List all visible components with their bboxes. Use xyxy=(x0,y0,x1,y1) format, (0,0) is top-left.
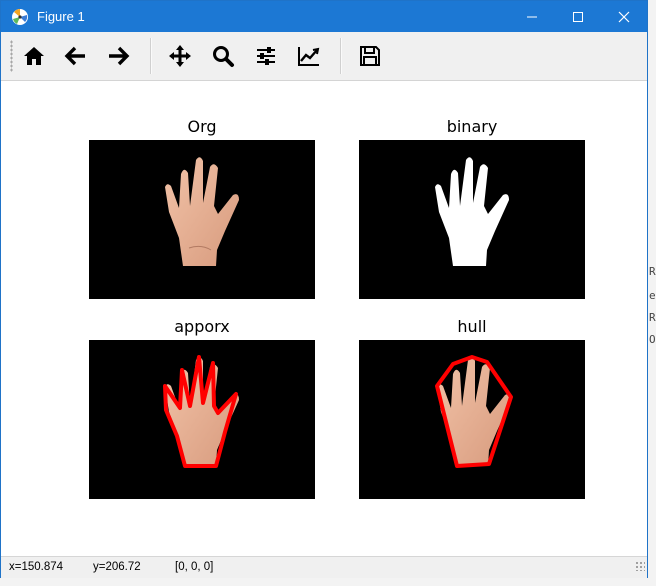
arrow-right-icon xyxy=(109,46,130,66)
subplot-hull-image[interactable] xyxy=(359,340,585,499)
maximize-icon xyxy=(573,12,583,22)
back-button[interactable] xyxy=(60,40,92,72)
cursor-y-readout: y=206.72 xyxy=(93,561,141,573)
floppy-disk-icon xyxy=(360,46,380,66)
resize-grip[interactable] xyxy=(635,561,645,571)
toolbar-grip[interactable] xyxy=(10,40,13,72)
matplotlib-logo-icon xyxy=(11,8,29,26)
status-bar: x=150.874 y=206.72 [0, 0, 0] xyxy=(1,556,647,578)
subplot-title-apporx: apporx xyxy=(174,317,230,336)
close-icon xyxy=(618,11,630,23)
save-button[interactable] xyxy=(354,40,386,72)
toolbar-separator xyxy=(150,38,152,74)
configure-subplots-button[interactable] xyxy=(250,40,282,72)
arrow-left-icon xyxy=(64,46,85,66)
window-title: Figure 1 xyxy=(37,9,85,24)
navigation-toolbar xyxy=(1,32,647,81)
cursor-x-readout: x=150.874 xyxy=(9,561,64,573)
hand-photo xyxy=(165,157,239,266)
subplot-org-image[interactable] xyxy=(89,140,315,299)
figure-window: Figure 1 Org binary apporx hull x=150.87… xyxy=(0,0,648,578)
home-button[interactable] xyxy=(18,40,50,72)
hand-binary-mask xyxy=(435,157,509,266)
line-chart-icon xyxy=(298,47,320,66)
background-text: R xyxy=(649,311,656,324)
toolbar-separator xyxy=(340,38,342,74)
background-text: O xyxy=(649,333,656,346)
pixel-value-readout: [0, 0, 0] xyxy=(175,561,214,573)
minimize-button[interactable] xyxy=(509,1,555,32)
background-bottom-strip xyxy=(0,578,656,586)
background-text: e xyxy=(649,289,656,302)
subplot-title-binary: binary xyxy=(446,117,498,136)
zoom-button[interactable] xyxy=(207,40,239,72)
edit-axis-button[interactable] xyxy=(293,40,325,72)
background-text: R xyxy=(649,265,656,278)
home-icon xyxy=(24,47,44,65)
sliders-icon xyxy=(257,47,275,65)
subplot-binary-image[interactable] xyxy=(359,140,585,299)
figure-canvas[interactable]: Org binary apporx hull xyxy=(1,81,647,556)
title-bar[interactable]: Figure 1 xyxy=(1,1,647,32)
minimize-icon xyxy=(527,16,537,18)
subplot-title-hull: hull xyxy=(457,317,487,336)
maximize-button[interactable] xyxy=(555,1,601,32)
subplot-title-org: Org xyxy=(187,117,217,136)
close-button[interactable] xyxy=(601,1,647,32)
pan-button[interactable] xyxy=(164,40,196,72)
subplot-apporx-image[interactable] xyxy=(89,340,315,499)
forward-button[interactable] xyxy=(102,40,134,72)
move-arrows-icon xyxy=(169,45,191,67)
magnifier-icon xyxy=(213,46,234,67)
